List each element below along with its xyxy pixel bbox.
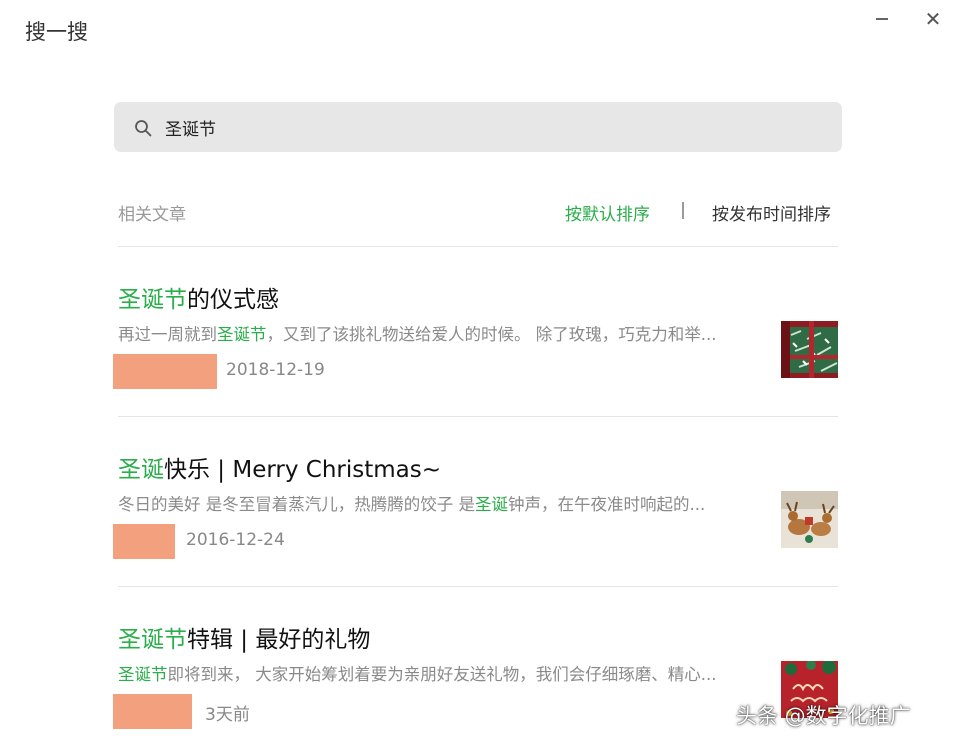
divider — [118, 246, 838, 247]
minimize-button[interactable] — [867, 4, 897, 34]
window-title: 搜一搜 — [25, 20, 88, 44]
result-item[interactable]: 圣诞节特辑 | 最好的礼物 圣诞节即将到来， 大家开始筹划着要为亲朋好友送礼物，… — [113, 620, 838, 740]
close-icon: ✕ — [924, 7, 942, 31]
redacted-author — [113, 524, 175, 559]
redacted-author — [113, 354, 217, 389]
result-title[interactable]: 圣诞节特辑 | 最好的礼物 — [118, 620, 370, 654]
result-snippet: 圣诞节即将到来， 大家开始筹划着要为亲朋好友送礼物，我们会仔细琢磨、精心... — [118, 665, 717, 684]
search-input[interactable] — [165, 112, 805, 142]
sort-separator — [682, 202, 684, 219]
result-title[interactable]: 圣诞节的仪式感 — [118, 280, 279, 314]
search-icon — [135, 120, 152, 137]
redacted-author — [113, 694, 192, 729]
result-item[interactable]: 圣诞节的仪式感 再过一周就到圣诞节，又到了该挑礼物送给爱人的时候。 除了玫瑰，巧… — [113, 280, 838, 400]
reindeer-image — [781, 491, 838, 548]
minimize-icon — [876, 18, 888, 20]
divider — [118, 416, 838, 417]
result-title[interactable]: 圣诞快乐 | Merry Christmas~ — [118, 450, 441, 484]
result-item[interactable]: 圣诞快乐 | Merry Christmas~ 冬日的美好 是冬至冒着蒸汽儿，热… — [113, 450, 838, 570]
section-label: 相关文章 — [118, 205, 186, 225]
sort-by-time-button[interactable]: 按发布时间排序 — [712, 200, 831, 225]
sort-default-button[interactable]: 按默认排序 — [565, 200, 650, 225]
watermark: 头条 @数字化推广 — [736, 704, 911, 728]
search-bar[interactable] — [114, 102, 842, 152]
result-date: 2018-12-19 — [226, 360, 325, 380]
result-date: 2016-12-24 — [186, 530, 285, 550]
divider — [118, 586, 838, 587]
gift-boxes-image — [781, 321, 838, 378]
close-button[interactable]: ✕ — [918, 4, 948, 34]
result-snippet: 再过一周就到圣诞节，又到了该挑礼物送给爱人的时候。 除了玫瑰，巧克力和举... — [118, 325, 717, 344]
result-snippet: 冬日的美好 是冬至冒着蒸汽儿，热腾腾的饺子 是圣诞钟声，在午夜准时响起的... — [118, 495, 706, 514]
result-date: 3天前 — [205, 705, 250, 725]
